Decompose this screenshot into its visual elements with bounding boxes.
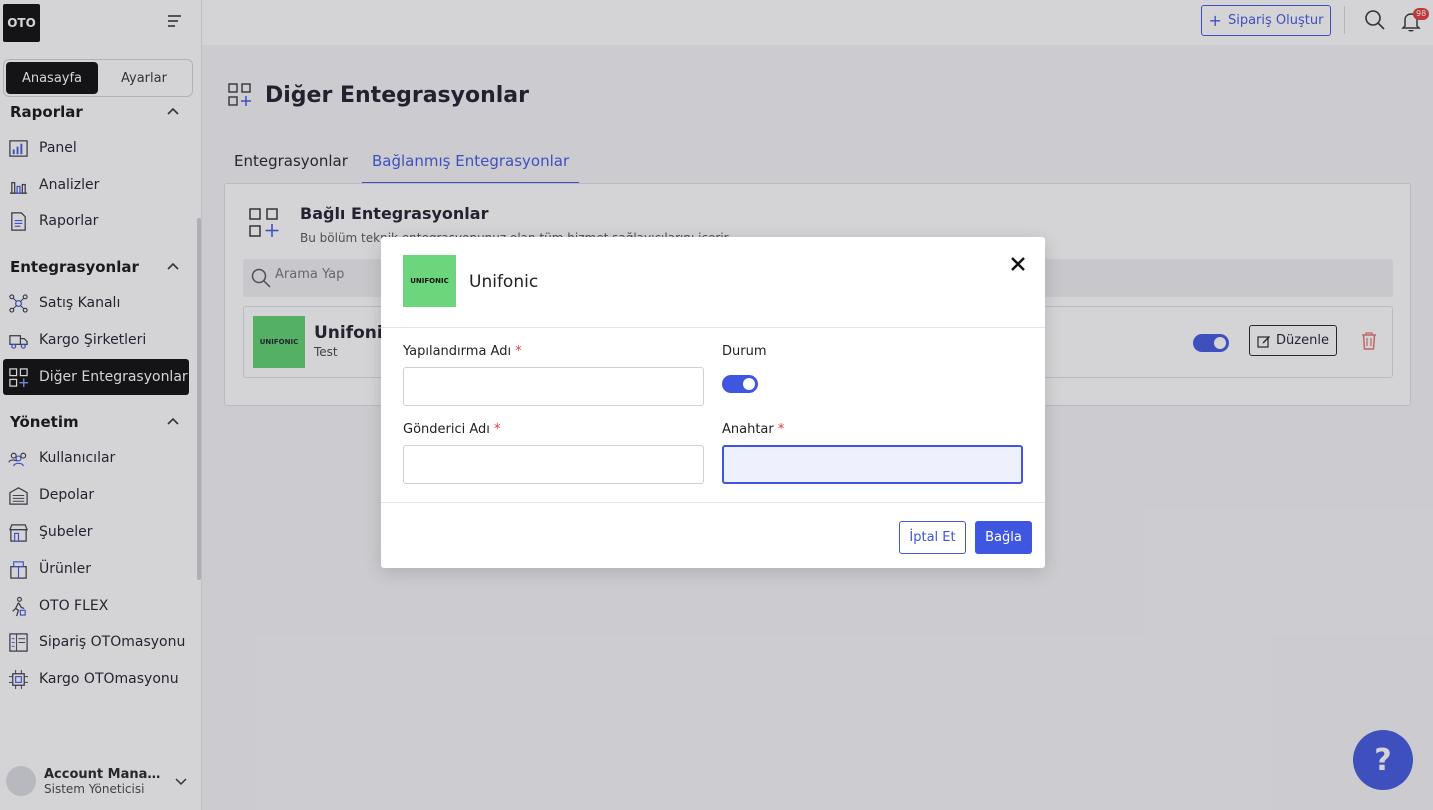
required-mark: * (494, 422, 501, 437)
unifonic-logo: UNIFONIC (403, 255, 456, 307)
config-name-label-text: Yapılandırma Adı (403, 344, 512, 359)
config-name-label: Yapılandırma Adı * (403, 344, 522, 359)
key-field[interactable] (722, 445, 1023, 484)
integration-config-modal: UNIFONIC Unifonic Yapılandırma Adı * Dur… (381, 237, 1045, 568)
divider (381, 502, 1045, 503)
status-label: Durum (722, 344, 767, 359)
close-icon[interactable] (1009, 255, 1027, 273)
connect-button[interactable]: Bağla (975, 521, 1032, 554)
cancel-button[interactable]: İptal Et (899, 521, 966, 554)
key-label-text: Anahtar (722, 422, 774, 437)
required-mark: * (777, 422, 785, 437)
status-toggle[interactable] (722, 375, 758, 393)
modal-title: Unifonic (469, 272, 539, 292)
sender-name-label: Gönderici Adı * (403, 422, 501, 437)
config-name-field[interactable] (403, 367, 704, 406)
sender-name-label-text: Gönderici Adı (403, 422, 490, 437)
required-mark: * (515, 344, 522, 359)
divider (381, 327, 1045, 328)
key-label: Anahtar * (722, 422, 784, 437)
sender-name-field[interactable] (403, 445, 704, 484)
